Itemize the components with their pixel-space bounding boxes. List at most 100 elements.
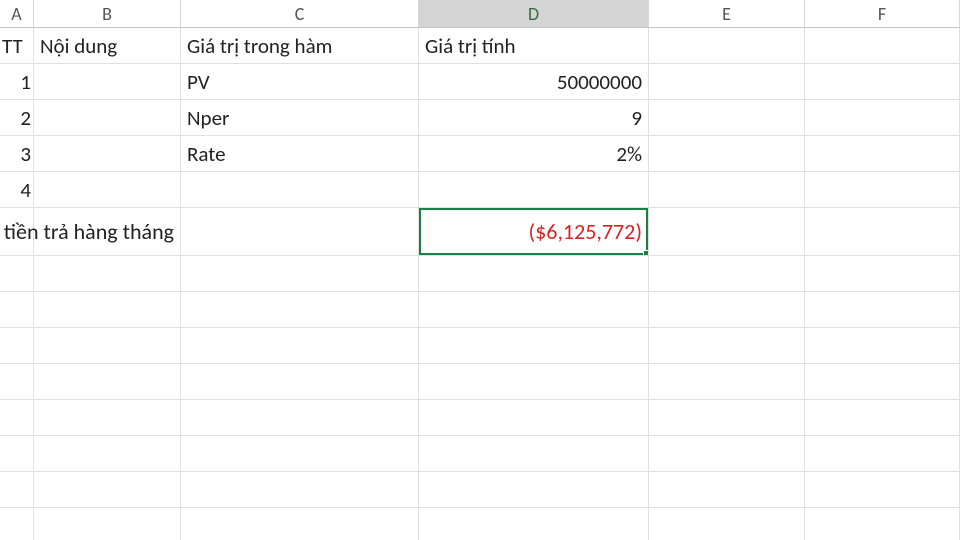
cell-B1[interactable]: Nội dung — [34, 28, 181, 64]
cell[interactable] — [34, 508, 181, 540]
cell-A4[interactable]: 3 — [0, 136, 34, 172]
cell[interactable] — [0, 436, 34, 472]
cell[interactable] — [649, 256, 805, 292]
cell[interactable] — [0, 328, 34, 364]
cell-C4[interactable]: Rate — [181, 136, 419, 172]
cell[interactable] — [805, 508, 960, 540]
cell-B3[interactable] — [34, 100, 181, 136]
table-row: 4 — [0, 172, 960, 208]
cell[interactable] — [34, 472, 181, 508]
cell[interactable] — [649, 292, 805, 328]
cell[interactable] — [805, 400, 960, 436]
cell[interactable] — [0, 292, 34, 328]
spreadsheet-grid[interactable]: A B C D E F TT Nội dung Giá trị trong hà… — [0, 0, 960, 540]
table-row: 2 Nper 9 — [0, 100, 960, 136]
table-row — [0, 292, 960, 328]
result-value: ($6,125,772) — [528, 218, 642, 245]
cell[interactable] — [805, 472, 960, 508]
cell-E5[interactable] — [649, 172, 805, 208]
cell[interactable] — [0, 256, 34, 292]
cell[interactable] — [419, 508, 649, 540]
cell-D4[interactable]: 2% — [419, 136, 649, 172]
cell-A5[interactable]: 4 — [0, 172, 34, 208]
cell-E3[interactable] — [649, 100, 805, 136]
cell[interactable] — [419, 472, 649, 508]
cell[interactable] — [419, 436, 649, 472]
cell-D3[interactable]: 9 — [419, 100, 649, 136]
cell[interactable] — [419, 364, 649, 400]
cell[interactable] — [181, 256, 419, 292]
cell-F1[interactable] — [805, 28, 960, 64]
cell-B2[interactable] — [34, 64, 181, 100]
cell-E2[interactable] — [649, 64, 805, 100]
result-label: Số tiền trả hàng tháng — [0, 218, 174, 245]
col-header-D[interactable]: D — [419, 0, 649, 28]
cell[interactable] — [181, 292, 419, 328]
cell-C1[interactable]: Giá trị trong hàm — [181, 28, 419, 64]
col-header-E[interactable]: E — [649, 0, 805, 28]
cell-F5[interactable] — [805, 172, 960, 208]
cell[interactable] — [649, 364, 805, 400]
cell-F2[interactable] — [805, 64, 960, 100]
cell[interactable] — [419, 328, 649, 364]
cell[interactable] — [181, 364, 419, 400]
cell[interactable] — [0, 364, 34, 400]
cell-B4[interactable] — [34, 136, 181, 172]
cell[interactable] — [181, 328, 419, 364]
cell[interactable] — [649, 328, 805, 364]
cell-C6[interactable] — [181, 208, 419, 256]
cell[interactable] — [0, 472, 34, 508]
cell[interactable] — [419, 256, 649, 292]
cell-C2[interactable]: PV — [181, 64, 419, 100]
cell-A2[interactable]: 1 — [0, 64, 34, 100]
table-row — [0, 364, 960, 400]
cell[interactable] — [0, 508, 34, 540]
cell[interactable] — [805, 292, 960, 328]
cell[interactable] — [34, 256, 181, 292]
cell[interactable] — [649, 472, 805, 508]
table-row: 3 Rate 2% — [0, 136, 960, 172]
table-row: Số tiền trả hàng tháng ($6,125,772) — [0, 208, 960, 256]
col-header-F[interactable]: F — [805, 0, 960, 28]
cell-B5[interactable] — [34, 172, 181, 208]
col-header-A[interactable]: A — [0, 0, 34, 28]
cell[interactable] — [419, 292, 649, 328]
cell[interactable] — [181, 436, 419, 472]
cell[interactable] — [181, 508, 419, 540]
cell[interactable] — [649, 436, 805, 472]
cell[interactable] — [805, 256, 960, 292]
cell-F3[interactable] — [805, 100, 960, 136]
cell[interactable] — [649, 508, 805, 540]
cell[interactable] — [181, 400, 419, 436]
cell-E6[interactable] — [649, 208, 805, 256]
cell[interactable] — [805, 364, 960, 400]
cell[interactable] — [34, 436, 181, 472]
cell[interactable] — [805, 328, 960, 364]
fill-handle[interactable] — [643, 250, 649, 256]
cell-D2[interactable]: 50000000 — [419, 64, 649, 100]
table-row — [0, 508, 960, 540]
cell[interactable] — [0, 400, 34, 436]
col-header-B[interactable]: B — [34, 0, 181, 28]
cell-D6[interactable]: ($6,125,772) — [419, 208, 649, 256]
cell[interactable] — [34, 292, 181, 328]
cell[interactable] — [805, 436, 960, 472]
cell[interactable] — [649, 400, 805, 436]
cell[interactable] — [419, 400, 649, 436]
cell[interactable] — [181, 472, 419, 508]
cell-B6[interactable]: Số tiền trả hàng tháng — [34, 208, 181, 256]
cell-F4[interactable] — [805, 136, 960, 172]
cell[interactable] — [34, 328, 181, 364]
cell-D1[interactable]: Giá trị tính — [419, 28, 649, 64]
cell-A3[interactable]: 2 — [0, 100, 34, 136]
cell[interactable] — [34, 400, 181, 436]
cell-D5[interactable] — [419, 172, 649, 208]
cell-F6[interactable] — [805, 208, 960, 256]
cell-E1[interactable] — [649, 28, 805, 64]
cell-E4[interactable] — [649, 136, 805, 172]
cell-C3[interactable]: Nper — [181, 100, 419, 136]
cell[interactable] — [34, 364, 181, 400]
col-header-C[interactable]: C — [181, 0, 419, 28]
cell-C5[interactable] — [181, 172, 419, 208]
cell-A1[interactable]: TT — [0, 28, 34, 64]
